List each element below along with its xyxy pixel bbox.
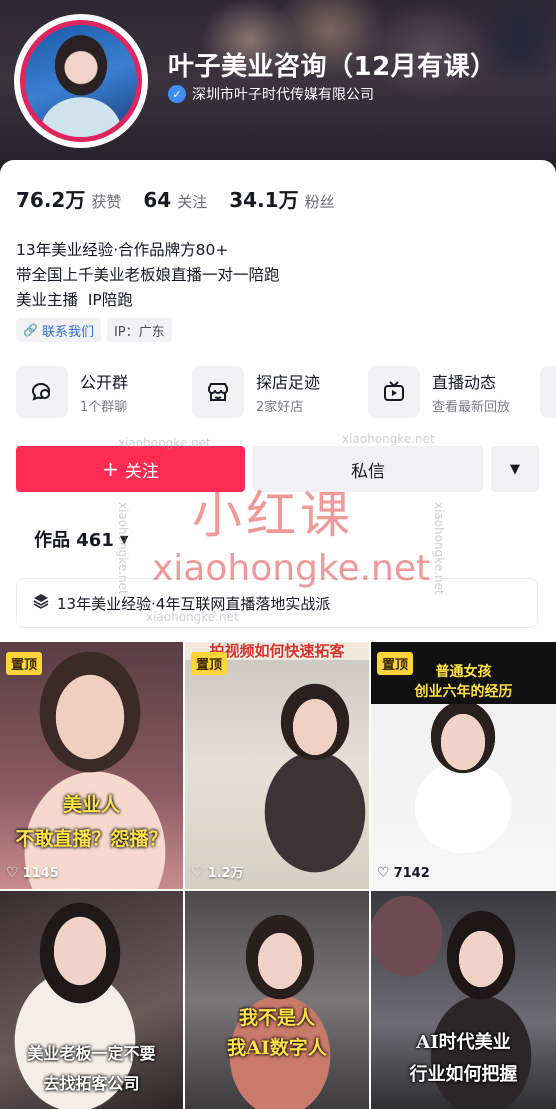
contact-us-tag[interactable]: 🔗 联系我们 — [16, 318, 101, 342]
contact-us-label: 联系我们 — [41, 324, 94, 340]
group-chat-icon — [16, 366, 68, 418]
stat-following[interactable]: 64 关注 — [143, 188, 207, 212]
stat-likes-value: 76.2万 — [16, 188, 86, 212]
video-caption: 普通女孩 创业六年的经历 — [414, 664, 513, 700]
stat-following-label: 关注 — [177, 193, 208, 211]
video-caption: 我不是人 我AI数字人 — [227, 1007, 327, 1059]
watermark-small: xiaohongke.net — [118, 436, 211, 450]
stat-followers-label: 粉丝 — [304, 193, 335, 211]
bio-line: 13年美业经验·合作品牌方80+ — [16, 241, 229, 259]
feature-more-partial[interactable] — [540, 366, 556, 418]
more-dropdown-button[interactable]: ▼ — [491, 446, 539, 492]
video-tile[interactable]: 美业老板一定不要 去找拓客公司 — [0, 891, 183, 1109]
pinned-badge: 置顶 — [6, 652, 43, 675]
likes-count: ♡ 1.2万 — [191, 862, 244, 882]
watermark-small: xiaohongke.net — [146, 610, 239, 624]
feature-group-chat[interactable]: 公开群 1个群聊 — [16, 366, 188, 418]
tab-works[interactable]: 作品 461 ▼ — [34, 526, 128, 552]
video-tile[interactable]: AI时代美业 行业如何把握 — [371, 891, 556, 1109]
profile-banner: 叶子美业咨询（12月有课） ✓ 深圳市叶子时代传媒有限公司 — [0, 0, 556, 178]
plus-icon: + — [102, 457, 119, 481]
heart-icon: ♡ — [6, 865, 19, 881]
bio-line: 美业主播 IP陪跑 — [16, 291, 133, 309]
video-tile[interactable]: 我不是人 我AI数字人 — [185, 891, 369, 1109]
watermark-vertical: xiaohongke.net — [432, 502, 446, 595]
heart-icon: ♡ — [191, 863, 204, 880]
message-label: 私信 — [351, 461, 385, 482]
stat-following-value: 64 — [143, 188, 172, 212]
video-caption: 美业人 不敢直播？怨播？ — [15, 794, 168, 850]
ip-location-tag: IP：广东 — [106, 318, 172, 342]
avatar-image — [20, 20, 142, 142]
watermark-large: 小红课 — [192, 486, 354, 544]
feature-title: 直播动态 — [432, 373, 497, 392]
likes-value: 1145 — [22, 865, 59, 881]
video-grid: 置顶 美业人 不敢直播？怨播？ ♡ 1145 拍视频如何快速拓客 置顶 ♡ 1.… — [0, 642, 556, 1109]
likes-count: ♡ 7142 — [377, 865, 430, 881]
feature-live[interactable]: 直播动态 查看最新回放 — [368, 366, 540, 418]
avatar[interactable] — [14, 14, 148, 148]
bio-line: 带全国上千美业老板娘直播一对一陪跑 — [16, 266, 280, 284]
stat-likes[interactable]: 76.2万 获赞 — [16, 184, 121, 213]
feature-row: 公开群 1个群聊 探店足迹 2家好店 直播动态 查看最新回放 — [16, 366, 540, 418]
verified-org: 深圳市叶子时代传媒有限公司 — [192, 87, 374, 103]
feature-title: 探店足迹 — [256, 373, 321, 392]
stat-followers-value: 34.1万 — [229, 188, 299, 212]
link-icon: 🔗 — [23, 323, 38, 337]
feature-shop-visits[interactable]: 探店足迹 2家好店 — [192, 366, 364, 418]
watermark-url: xiaohongke.net — [152, 548, 431, 589]
verified-badge-icon: ✓ — [168, 85, 186, 103]
watermark-vertical: xiaohongke.net — [116, 502, 130, 595]
stat-followers[interactable]: 34.1万 粉丝 — [229, 184, 334, 213]
likes-count: ♡ 1145 — [6, 865, 59, 881]
tag-row: 🔗 联系我们 IP：广东 — [16, 318, 172, 342]
heart-icon: ♡ — [377, 865, 390, 881]
feature-subtitle: 2家好店 — [256, 400, 304, 415]
video-tile[interactable]: 置顶 普通女孩 创业六年的经历 ♡ 7142 — [371, 642, 556, 889]
video-tile[interactable]: 置顶 美业人 不敢直播？怨播？ ♡ 1145 — [0, 642, 183, 889]
bio: 13年美业经验·合作品牌方80+ 带全国上千美业老板娘直播一对一陪跑 美业主播 … — [16, 238, 280, 313]
pinned-badge: 置顶 — [191, 652, 228, 675]
ip-location-label: IP：广东 — [113, 324, 165, 340]
video-caption: 美业老板一定不要 去找拓客公司 — [27, 1044, 156, 1093]
profile-name: 叶子美业咨询（12月有课） — [168, 52, 497, 82]
watermark-small: xiaohongke.net — [342, 432, 435, 446]
stats-row: 76.2万 获赞 64 关注 34.1万 粉丝 — [16, 184, 335, 213]
feature-subtitle: 查看最新回放 — [432, 400, 511, 415]
likes-value: 1.2万 — [207, 866, 244, 881]
follow-label: 关注 — [124, 461, 159, 482]
video-caption: AI时代美业 行业如何把握 — [409, 1032, 518, 1085]
works-tab-label: 作品 461 — [34, 530, 114, 551]
verification-row: ✓ 深圳市叶子时代传媒有限公司 — [168, 84, 374, 104]
likes-value: 7142 — [393, 865, 430, 881]
feature-subtitle: 1个群聊 — [80, 400, 128, 415]
live-tv-icon — [368, 366, 420, 418]
stat-likes-label: 获赞 — [91, 193, 122, 211]
shop-icon — [192, 366, 244, 418]
feature-title: 公开群 — [80, 373, 129, 392]
video-tile[interactable]: 拍视频如何快速拓客 置顶 ♡ 1.2万 — [185, 642, 369, 889]
triangle-down-icon: ▼ — [510, 461, 520, 477]
layers-icon — [33, 593, 49, 613]
